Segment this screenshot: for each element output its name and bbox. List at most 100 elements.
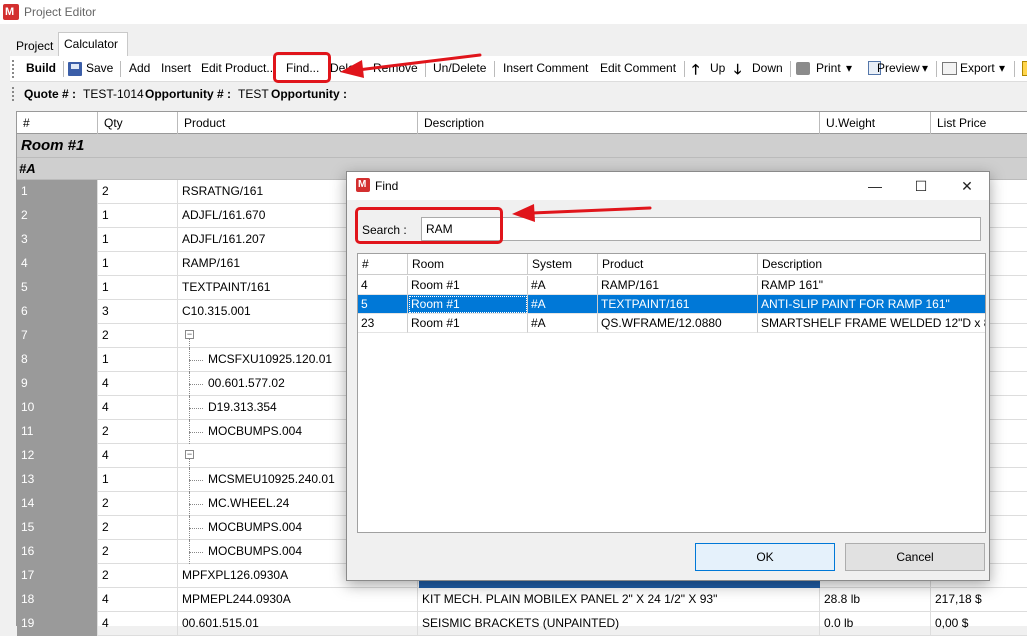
row-number-cell[interactable]: 2 (17, 204, 98, 228)
result-row-selected[interactable]: 5 Room #1 #A TEXTPAINT/161 ANTI-SLIP PAINT F… (358, 295, 985, 314)
un-delete-button[interactable]: Un/Delete (433, 61, 486, 75)
result-number-cell[interactable]: 5 (358, 295, 408, 314)
result-system-cell[interactable]: #A (528, 276, 598, 295)
add-button[interactable]: Add (129, 61, 150, 75)
qty-cell[interactable]: 2 (98, 324, 178, 348)
ok-button[interactable]: OK (695, 543, 835, 571)
qty-cell[interactable]: 1 (98, 228, 178, 252)
qty-cell[interactable]: 2 (98, 492, 178, 516)
result-room-cell[interactable]: Room #1 (408, 295, 528, 314)
favorite-icon[interactable] (1022, 61, 1027, 76)
preview-button[interactable]: Preview (877, 61, 920, 75)
delete-button[interactable]: Dele (330, 61, 355, 75)
edit-comment-button[interactable]: Edit Comment (600, 61, 676, 75)
table-row[interactable]: 18 4 MPMEPL244.0930A KIT MECH. PLAIN MOBILE… (17, 588, 1027, 612)
column-header-qty[interactable]: Qty (98, 112, 178, 134)
minimize-button[interactable]: — (852, 172, 898, 200)
row-number-cell[interactable]: 3 (17, 228, 98, 252)
results-header-system[interactable]: System (528, 254, 598, 275)
insert-comment-button[interactable]: Insert Comment (503, 61, 588, 75)
result-row[interactable]: 4 Room #1 #A RAMP/161 RAMP 161" (358, 276, 985, 295)
build-button[interactable]: Build (26, 61, 56, 75)
result-system-cell[interactable]: #A (528, 314, 598, 333)
search-input[interactable] (421, 217, 981, 241)
row-number-cell[interactable]: 5 (17, 276, 98, 300)
preview-dropdown-icon[interactable]: ▾ (922, 61, 928, 75)
column-header-product[interactable]: Product (178, 112, 418, 134)
results-header-description[interactable]: Description (758, 254, 985, 275)
tab-calculator[interactable]: Calculator (58, 32, 128, 56)
qty-cell[interactable]: 1 (98, 468, 178, 492)
result-number-cell[interactable]: 4 (358, 276, 408, 295)
row-number-cell[interactable]: 12 (17, 444, 98, 468)
row-number-cell[interactable]: 13 (17, 468, 98, 492)
cancel-button[interactable]: Cancel (845, 543, 985, 571)
result-description-cell[interactable]: SMARTSHELF FRAME WELDED 12"D x 88" (758, 314, 985, 333)
weight-cell[interactable]: 28.8 lb (820, 588, 931, 612)
result-system-cell[interactable]: #A (528, 295, 598, 314)
qty-cell[interactable]: 4 (98, 396, 178, 420)
collapse-toggle-icon[interactable]: − (185, 330, 194, 339)
product-cell[interactable]: 00.601.515.01 (178, 612, 418, 636)
column-header-description[interactable]: Description (418, 112, 820, 134)
qty-cell[interactable]: 2 (98, 420, 178, 444)
result-product-cell[interactable]: TEXTPAINT/161 (598, 295, 758, 314)
export-dropdown-icon[interactable]: ▾ (999, 61, 1005, 75)
result-number-cell[interactable]: 23 (358, 314, 408, 333)
save-button[interactable]: Save (86, 61, 113, 75)
column-header-weight[interactable]: U.Weight (820, 112, 931, 134)
column-header-list-price[interactable]: List Price (931, 112, 1027, 134)
collapse-toggle-icon[interactable]: − (185, 450, 194, 459)
move-down-button[interactable]: Down (752, 61, 783, 75)
weight-cell[interactable]: 0.0 lb (820, 612, 931, 636)
row-number-cell[interactable]: 10 (17, 396, 98, 420)
result-product-cell[interactable]: RAMP/161 (598, 276, 758, 295)
list-price-cell[interactable]: 217,18 $ (931, 588, 1027, 612)
results-header-number[interactable]: # (358, 254, 408, 275)
result-description-cell[interactable]: RAMP 161" (758, 276, 985, 295)
qty-cell[interactable]: 2 (98, 516, 178, 540)
description-cell[interactable]: KIT MECH. PLAIN MOBILEX PANEL 2" X 24 1/… (418, 588, 820, 612)
results-header-room[interactable]: Room (408, 254, 528, 275)
row-number-cell[interactable]: 18 (17, 588, 98, 612)
qty-cell[interactable]: 1 (98, 252, 178, 276)
results-list[interactable]: # Room System Product Description 4 Room … (357, 253, 986, 533)
qty-cell[interactable]: 4 (98, 588, 178, 612)
print-dropdown-icon[interactable]: ▾ (846, 61, 852, 75)
edit-product-button[interactable]: Edit Product... (201, 61, 276, 75)
row-number-cell[interactable]: 1 (17, 180, 98, 204)
results-header-product[interactable]: Product (598, 254, 758, 275)
remove-button[interactable]: Remove (373, 61, 418, 75)
row-number-cell[interactable]: 15 (17, 516, 98, 540)
qty-cell[interactable]: 1 (98, 276, 178, 300)
qty-cell[interactable]: 2 (98, 564, 178, 588)
print-button[interactable]: Print (816, 61, 841, 75)
qty-cell[interactable]: 4 (98, 612, 178, 636)
table-row[interactable]: 19 4 00.601.515.01 SEISMIC BRACKETS (UNPAIN… (17, 612, 1027, 636)
row-number-cell[interactable]: 11 (17, 420, 98, 444)
room-group-row[interactable]: Room #1 (17, 134, 1027, 158)
result-room-cell[interactable]: Room #1 (408, 276, 528, 295)
row-number-cell[interactable]: 4 (17, 252, 98, 276)
qty-cell[interactable]: 4 (98, 372, 178, 396)
qty-cell[interactable]: 1 (98, 348, 178, 372)
column-header-number[interactable]: # (17, 112, 98, 134)
tab-project[interactable]: Project (10, 34, 56, 56)
row-number-cell[interactable]: 19 (17, 612, 98, 636)
row-number-cell[interactable]: 8 (17, 348, 98, 372)
row-number-cell[interactable]: 14 (17, 492, 98, 516)
row-number-cell[interactable]: 7 (17, 324, 98, 348)
qty-cell[interactable]: 3 (98, 300, 178, 324)
result-description-cell[interactable]: ANTI-SLIP PAINT FOR RAMP 161" (758, 295, 985, 314)
qty-cell[interactable]: 2 (98, 180, 178, 204)
product-cell[interactable]: MPMEPL244.0930A (178, 588, 418, 612)
result-row[interactable]: 23 Room #1 #A QS.WFRAME/12.0880 SMARTSHELF F… (358, 314, 985, 333)
toolbar-grip[interactable] (12, 60, 15, 78)
list-price-cell[interactable]: 0,00 $ (931, 612, 1027, 636)
maximize-button[interactable]: ☐ (898, 172, 944, 200)
row-number-cell[interactable]: 17 (17, 564, 98, 588)
close-button[interactable]: ✕ (944, 172, 990, 200)
row-number-cell[interactable]: 16 (17, 540, 98, 564)
result-room-cell[interactable]: Room #1 (408, 314, 528, 333)
result-product-cell[interactable]: QS.WFRAME/12.0880 (598, 314, 758, 333)
